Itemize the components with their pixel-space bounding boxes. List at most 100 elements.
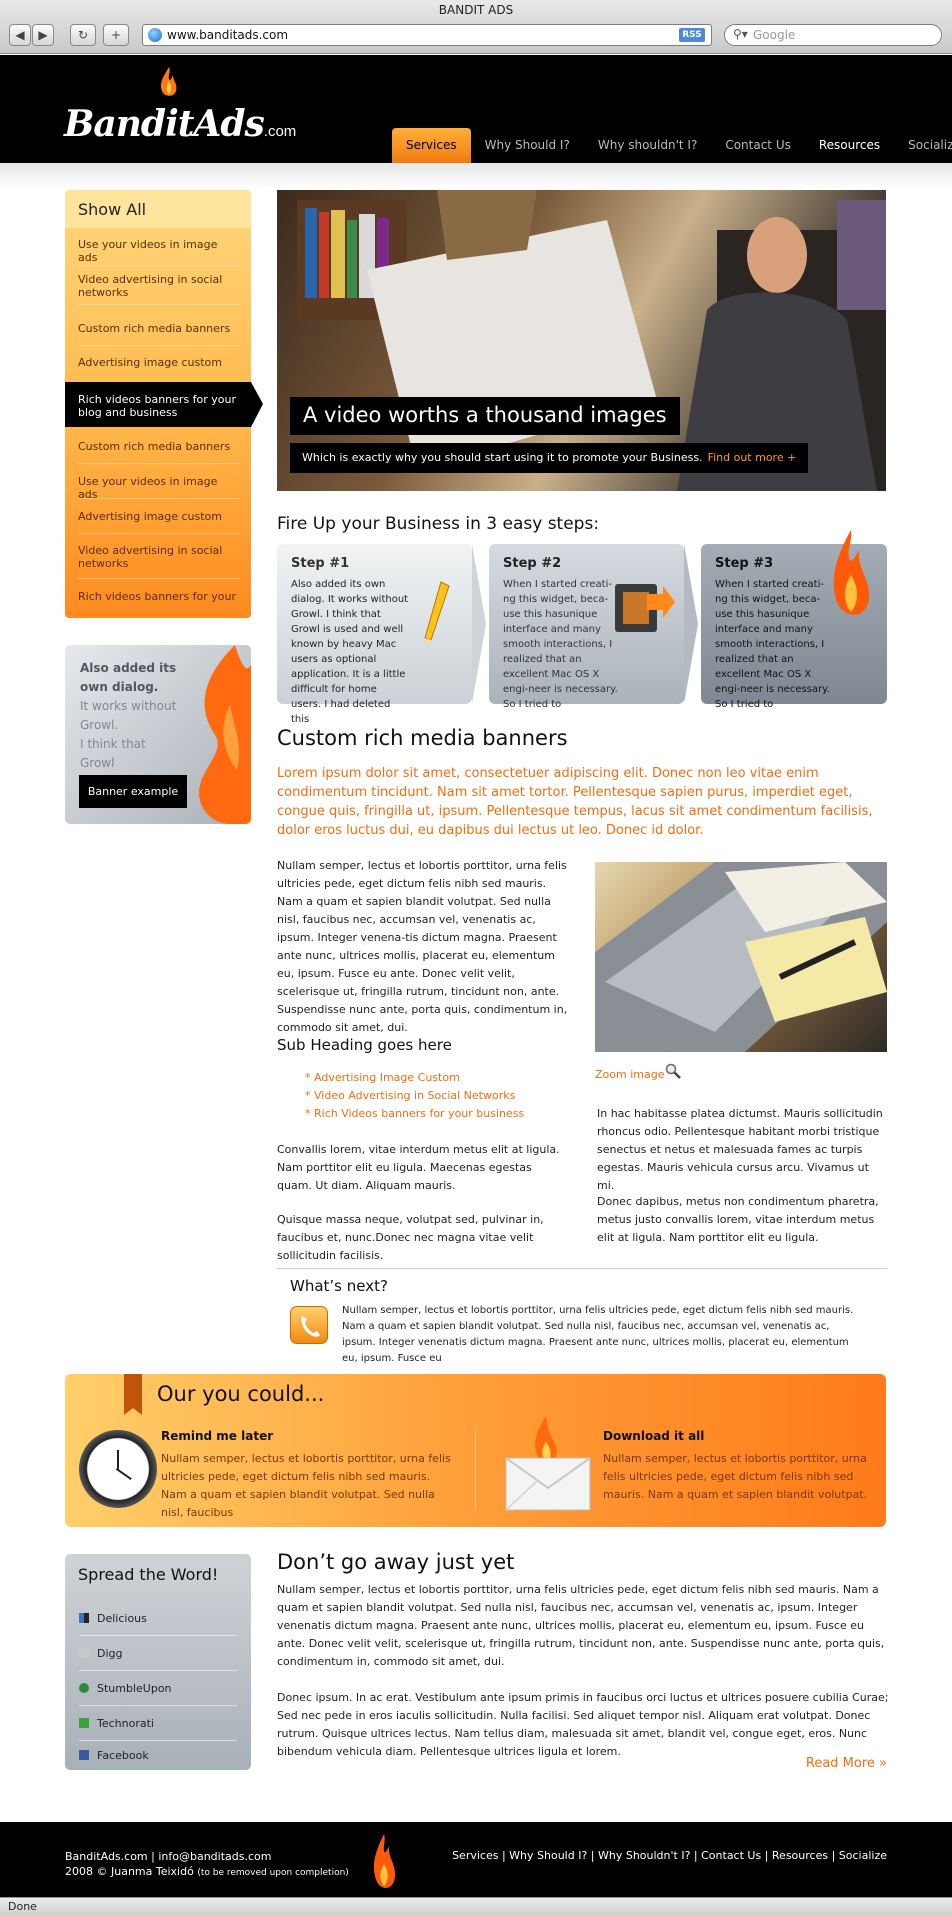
step-text: Also added its own dialog. It works with… xyxy=(291,579,409,725)
footer-nav[interactable]: Services | Why Should I? | Why Shouldn't… xyxy=(452,1849,887,1862)
band-title: Our you could... xyxy=(157,1382,325,1406)
film-icon xyxy=(615,584,675,632)
nav-socialize[interactable]: Socialize xyxy=(894,128,952,163)
selected-arrow xyxy=(251,382,263,427)
phone-icon xyxy=(290,1306,328,1344)
share-label: Technorati xyxy=(97,1717,154,1730)
read-more-link[interactable]: Read More » xyxy=(806,1756,887,1771)
nav-why-should-i[interactable]: Why Should I? xyxy=(471,128,584,163)
nav-contact-us[interactable]: Contact Us xyxy=(711,128,805,163)
list-link[interactable]: Rich Videos banners for your business xyxy=(305,1105,524,1123)
step-card-2[interactable]: Step #2 When I started creati-ng this wi… xyxy=(489,544,698,710)
logo-domain: .com xyxy=(263,123,297,140)
zoom-image-link[interactable]: Zoom image xyxy=(595,1068,664,1081)
search-input[interactable]: ⚲▾ Google xyxy=(724,24,942,46)
site-logo[interactable]: BanditAds.com xyxy=(64,103,296,145)
nav-resources[interactable]: Resources xyxy=(805,128,894,163)
logo-main: BanditAds xyxy=(64,103,265,145)
nav-services[interactable]: Services xyxy=(392,128,471,163)
spread-title: Spread the Word! xyxy=(78,1565,219,1584)
sidebar-item[interactable]: Advertising image custom xyxy=(78,356,240,378)
nav-why-shouldnt-i[interactable]: Why shouldn't I? xyxy=(584,128,711,163)
content-title: Custom rich media banners xyxy=(277,726,568,750)
dont-go-away-title: Don’t go away just yet xyxy=(277,1550,515,1574)
footer-copyright: 2008 © Juanma Teixidó (to be removed upo… xyxy=(65,1864,349,1881)
sidebar-item[interactable]: Custom rich media banners xyxy=(78,322,240,346)
step-text: When I started creati-ng this widget, be… xyxy=(715,579,830,710)
sidebar-item[interactable]: Advertising image custom xyxy=(78,510,240,534)
sidebar-item[interactable]: Video advertising in social networks xyxy=(78,544,240,579)
footer-info: BanditAds.com | info@banditads.com 2008 … xyxy=(65,1849,349,1881)
step-card-1[interactable]: Step #1 Also added its own dialog. It wo… xyxy=(277,544,486,725)
sidebar-item[interactable]: Custom rich media banners xyxy=(78,440,240,464)
remind-me-later-title[interactable]: Remind me later xyxy=(161,1429,273,1443)
flame-graphic xyxy=(199,645,251,824)
banner-line: own dialog. xyxy=(80,680,159,694)
add-bookmark-icon[interactable]: + xyxy=(103,24,129,46)
search-icon: ⚲▾ xyxy=(733,27,748,41)
forward-icon[interactable]: ▶ xyxy=(32,24,54,46)
body-paragraph: Donec ipsum. In ac erat. Vestibulum ante… xyxy=(277,1691,889,1758)
share-stumbleupon[interactable]: StumbleUpon xyxy=(79,1671,237,1706)
footer-contact: BanditAds.com | info@banditads.com xyxy=(65,1850,272,1863)
sub-heading: Sub Heading goes here xyxy=(277,1036,452,1054)
ribbon-tail xyxy=(124,1408,142,1415)
hero-caption-text: Which is exactly why you should start us… xyxy=(302,451,703,464)
site-header: BanditAds.com Services Why Should I? Why… xyxy=(0,55,952,163)
stumbleupon-icon xyxy=(79,1683,89,1693)
window-title: BANDIT ADS xyxy=(438,3,514,17)
facebook-icon xyxy=(79,1750,89,1760)
sidebar-item-selected[interactable]: Rich videos banners for your blog and bu… xyxy=(65,382,251,427)
footer-copyright-text: 2008 © Juanma Teixidó xyxy=(65,1865,194,1878)
whats-next-text: Nullam semper, lectus et lobortis portti… xyxy=(342,1305,854,1364)
banner-line: It works without xyxy=(80,699,177,713)
back-icon[interactable]: ◀ xyxy=(9,24,31,46)
list-link[interactable]: Advertising Image Custom xyxy=(305,1069,524,1087)
step-card-3[interactable]: Step #3 When I started creati-ng this wi… xyxy=(701,530,887,710)
find-out-more-link[interactable]: Find out more + xyxy=(708,451,797,464)
digg-icon xyxy=(79,1648,89,1658)
spread-the-word-box: Spread the Word! Delicious Digg StumbleU… xyxy=(65,1554,251,1770)
share-facebook[interactable]: Facebook xyxy=(79,1741,237,1770)
site-footer: BanditAds.com | info@banditads.com 2008 … xyxy=(0,1822,952,1897)
share-label: Digg xyxy=(97,1647,123,1660)
banner-line: I think that Growl xyxy=(80,737,146,770)
step-title: Step #1 xyxy=(291,556,350,571)
clock-icon xyxy=(79,1430,157,1508)
whats-next-title: What’s next? xyxy=(290,1277,388,1295)
body-paragraph: Nullam semper, lectus et lobortis portti… xyxy=(277,859,568,1034)
hero-banner[interactable]: A video worths a thousand images Which i… xyxy=(277,190,886,491)
list-link[interactable]: Video Advertising in Social Networks xyxy=(305,1087,524,1105)
sub-list: Advertising Image Custom Video Advertisi… xyxy=(305,1069,524,1123)
step-title: Step #2 xyxy=(503,556,562,571)
share-technorati[interactable]: Technorati xyxy=(79,1706,237,1741)
address-bar[interactable]: www.banditads.com RSS xyxy=(142,24,712,46)
browser-toolbar: BANDIT ADS ◀ ▶ ↻ + www.banditads.com RSS… xyxy=(0,0,952,54)
sidebar-show-all[interactable]: Show All xyxy=(65,190,251,228)
sidebar-item[interactable]: Rich videos banners for your xyxy=(78,590,240,610)
sidebar-menu: Show All Use your videos in image ads Vi… xyxy=(65,190,263,618)
share-digg[interactable]: Digg xyxy=(79,1636,237,1671)
delicious-icon xyxy=(79,1613,89,1623)
reload-icon[interactable]: ↻ xyxy=(70,24,96,46)
download-it-all-text: Nullam semper, lectus et lobortis portti… xyxy=(603,1452,868,1501)
share-delicious[interactable]: Delicious xyxy=(79,1601,237,1636)
magnifier-icon[interactable] xyxy=(665,1063,681,1079)
step-text: When I started creati-ng this widget, be… xyxy=(503,579,618,710)
remind-me-later-text: Nullam semper, lectus et lobortis portti… xyxy=(161,1452,451,1519)
ribbon-icon xyxy=(124,1374,142,1408)
footer-note: (to be removed upon completion) xyxy=(197,1868,349,1878)
sidebar-item[interactable]: Use your videos in image ads xyxy=(78,475,240,501)
download-it-all-title[interactable]: Download it all xyxy=(603,1429,704,1443)
content-image[interactable] xyxy=(595,862,887,1052)
banner-example-button[interactable]: Banner example xyxy=(79,775,187,808)
rss-icon[interactable]: RSS xyxy=(679,28,705,42)
hero-caption: Which is exactly why you should start us… xyxy=(290,443,809,473)
status-bar: Done xyxy=(0,1897,952,1915)
banner-example-text: Also added its own dialog. It works with… xyxy=(80,659,180,773)
share-label: Facebook xyxy=(97,1749,149,1762)
share-label: Delicious xyxy=(97,1612,147,1625)
sidebar-item[interactable]: Use your videos in image ads xyxy=(78,238,240,266)
sidebar-item[interactable]: Video advertising in social networks xyxy=(78,273,240,305)
body-paragraph: In hac habitasse platea dictumst. Mauris… xyxy=(597,1107,883,1192)
